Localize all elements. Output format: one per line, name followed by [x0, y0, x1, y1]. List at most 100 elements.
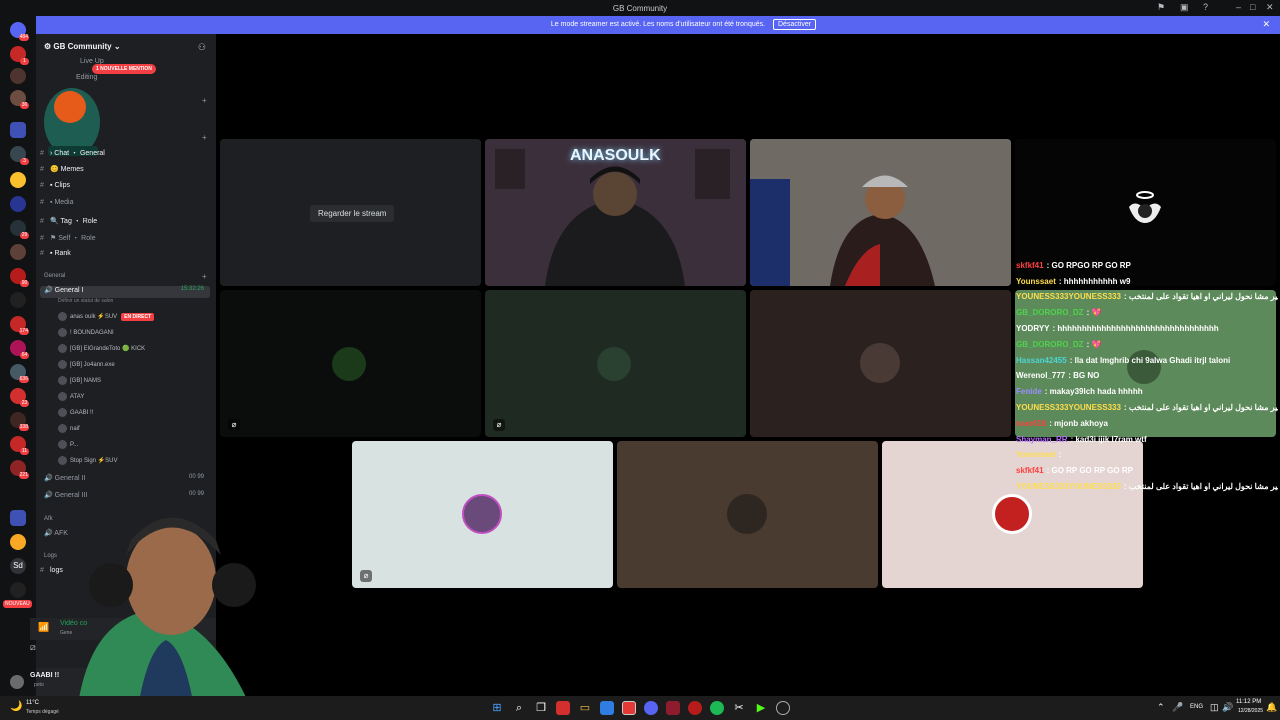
voice-user[interactable]: ATAY — [58, 392, 84, 401]
close-banner-icon[interactable]: ✕ — [1262, 19, 1270, 30]
server-icon[interactable]: 11 — [10, 436, 29, 455]
help-icon[interactable]: ? — [1203, 2, 1208, 12]
tile-webcam-2[interactable] — [750, 139, 1011, 286]
channel-item-rank[interactable]: # ▪ Rank — [40, 250, 210, 262]
app-icon[interactable] — [666, 701, 680, 715]
server-icon[interactable] — [10, 68, 26, 84]
screen-share-icon[interactable]: ⧄ — [30, 642, 36, 653]
server-icon[interactable]: 64 — [10, 340, 29, 359]
channel-item-memes[interactable]: # 😊 Memes — [40, 165, 210, 177]
server-icon[interactable]: 1 — [10, 46, 29, 65]
clock-time[interactable]: 11:12 PM — [1236, 699, 1261, 705]
channel-item[interactable]: Live Up — [80, 58, 250, 70]
server-icon[interactable] — [10, 292, 26, 308]
tile-avatar-skull[interactable] — [750, 290, 1011, 437]
inbox-icon[interactable]: ⚑ — [1157, 2, 1165, 13]
tile-stream-preview[interactable]: Regarder le stream — [220, 139, 481, 286]
volume-icon[interactable]: 🔊 — [1222, 702, 1233, 713]
file-explorer-icon[interactable]: ▭ — [578, 701, 592, 715]
language-indicator[interactable]: ENG — [1190, 704, 1203, 710]
network-icon[interactable]: ◫ — [1210, 702, 1219, 713]
server-icon[interactable]: 90 — [10, 268, 29, 287]
windows-start-icon[interactable]: ⊞ — [490, 701, 504, 715]
tile-avatar-person[interactable] — [617, 441, 878, 588]
server-icon[interactable]: 221 — [10, 460, 29, 479]
disable-streamer-button[interactable]: Désactiver — [773, 19, 817, 30]
mic-icon[interactable]: 🎤 — [1172, 702, 1183, 713]
app-icon[interactable] — [600, 701, 614, 715]
voice-channel-general-ii[interactable]: 🔊 General II 00 99 — [44, 474, 214, 486]
app-icon[interactable] — [556, 701, 570, 715]
task-view-icon[interactable]: ❐ — [534, 701, 548, 715]
voice-user[interactable]: anas oulk ⚡SUV EN DIRECT — [58, 312, 155, 322]
voice-user[interactable]: ! BOUNDAGANI — [58, 328, 114, 337]
server-icon[interactable]: 3 — [10, 146, 29, 165]
guild-header[interactable]: ⚙ GB Community ⌄ — [44, 42, 121, 51]
channel-item-clips[interactable]: # ▪ Clips — [40, 182, 210, 194]
folder-icon[interactable] — [10, 122, 26, 138]
notifications-icon[interactable]: 🔔 — [1266, 702, 1277, 713]
category-general[interactable]: General — [44, 273, 65, 279]
kick-icon[interactable]: ▶ — [754, 701, 768, 715]
voice-user[interactable]: GAABI !! — [58, 408, 93, 417]
user-avatar[interactable] — [10, 675, 24, 689]
dm-home-icon[interactable]: 484 — [10, 22, 29, 41]
server-icon[interactable]: 29 — [10, 220, 29, 239]
add-channel-icon[interactable]: + — [202, 272, 207, 281]
server-icon[interactable] — [10, 172, 26, 188]
server-sd[interactable]: Sd — [10, 558, 26, 574]
add-channel-icon[interactable]: + — [202, 96, 207, 105]
monitor-icon[interactable]: ▣ — [1180, 2, 1189, 13]
channel-item-tag-role[interactable]: # 🔍 Tag ・ Role — [40, 216, 210, 228]
tray-arrow-icon[interactable]: ⌃ — [1157, 702, 1165, 713]
close-icon[interactable]: ✕ — [1266, 2, 1274, 13]
tile-avatar-green[interactable]: ⌀ — [220, 290, 481, 437]
search-icon[interactable]: ⌕ — [512, 701, 526, 715]
voice-user[interactable]: [GB] ElGrandeToto 🟢 KICK — [58, 344, 145, 353]
mic-muted-icon: ⌀ — [228, 419, 240, 431]
hash-icon: # — [40, 250, 44, 257]
server-icon[interactable]: 174 — [10, 316, 29, 335]
voice-status[interactable]: Définir un statut de salon — [58, 298, 113, 304]
minimize-icon[interactable]: – — [1236, 2, 1241, 12]
server-icon[interactable] — [10, 244, 26, 260]
server-icon[interactable]: 338 — [10, 412, 29, 431]
capcut-icon[interactable]: ✂ — [732, 701, 746, 715]
server-icon[interactable]: 36 — [10, 90, 29, 109]
maximize-icon[interactable]: □ — [1250, 2, 1255, 12]
clock-date[interactable]: 12/28/2025 — [1238, 708, 1263, 714]
weather-icon[interactable]: 🌙 — [10, 701, 22, 712]
channel-item-media[interactable]: # ▪ Media — [40, 199, 210, 211]
server-icon[interactable] — [10, 534, 26, 550]
category-afk[interactable]: Afk — [44, 516, 53, 522]
server-icon[interactable] — [10, 196, 26, 212]
app-icon[interactable] — [688, 701, 702, 715]
add-channel-icon[interactable]: + — [202, 133, 207, 142]
brave-browser-icon[interactable] — [622, 701, 636, 715]
add-member-icon[interactable]: ⚇ — [198, 42, 206, 53]
server-icon[interactable]: 636 — [10, 364, 29, 383]
tile-anasoulk[interactable]: ANASOULK — [485, 139, 746, 286]
server-icon[interactable] — [10, 582, 26, 598]
channel-item[interactable]: Editing — [76, 74, 246, 86]
chat-message: Werenol_777: BG NO — [1016, 371, 1278, 387]
watch-stream-button[interactable]: Regarder le stream — [310, 205, 395, 222]
spotify-icon[interactable] — [710, 701, 724, 715]
folder-icon[interactable] — [10, 510, 26, 526]
tile-avatar-pink[interactable]: ⌀ — [352, 441, 613, 588]
signal-icon[interactable]: 📶 — [38, 622, 49, 633]
voice-channel-general-i[interactable]: 🔊 General I 15:32:26 — [40, 286, 210, 298]
chat-text: : غير مشا نحول ليراني او اهيا تقواد على … — [1123, 402, 1278, 412]
obs-icon[interactable] — [776, 701, 790, 715]
voice-user[interactable]: naif — [58, 424, 80, 433]
tile-avatar-logo[interactable]: ⌀ — [485, 290, 746, 437]
server-icon[interactable]: 23 — [10, 388, 29, 407]
voice-user[interactable]: P... — [58, 440, 78, 449]
channel-item-chat-general[interactable]: # › Chat ・ General — [40, 148, 210, 160]
voice-user[interactable]: [GB] NAMS — [58, 376, 101, 385]
voice-channel-name: General II — [54, 475, 86, 482]
discord-icon[interactable] — [644, 701, 658, 715]
channel-item-self-role[interactable]: # ⚑ Self ・ Role — [40, 233, 210, 245]
voice-user[interactable]: [GB] Jo4ann.exe — [58, 360, 115, 369]
voice-user[interactable]: Stop Sign ⚡SUV — [58, 456, 118, 465]
